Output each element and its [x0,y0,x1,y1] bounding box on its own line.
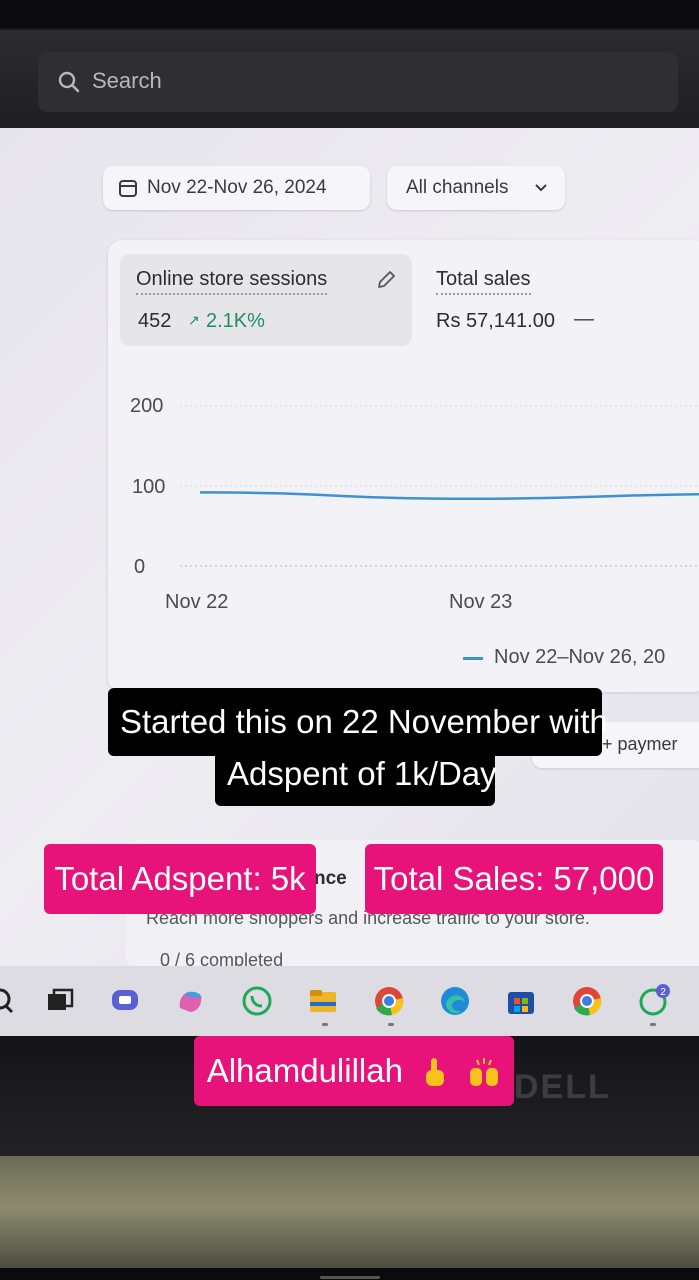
sessions-chart [180,405,699,567]
legend-swatch [463,657,483,660]
calendar-icon [119,180,137,197]
x-tick-nov22: Nov 22 [165,591,229,613]
store-icon[interactable] [504,984,538,1018]
search-icon [58,71,80,93]
whatsapp-badge-icon[interactable]: 2 [636,984,670,1018]
desk-surface [0,1156,699,1270]
y-tick-100: 100 [132,476,166,498]
adspent-caption: Total Adspent: 5k [44,844,316,914]
active-indicator [322,1023,328,1026]
caption-line-2: Adspent of 1k/Day [215,748,497,806]
edge-icon[interactable] [438,984,472,1018]
y-tick-200: 200 [130,395,164,417]
copilot-icon[interactable] [174,984,208,1018]
pointing-up-icon [426,1058,445,1087]
whatsapp-icon[interactable] [240,984,274,1018]
active-indicator [650,1023,656,1026]
sales-caption: Total Sales: 57,000 [365,844,663,914]
series-line [199,491,699,501]
search-icon[interactable] [0,984,20,1018]
dell-logo: DELL [514,1068,611,1106]
sales-title[interactable]: Total sales [436,268,531,295]
date-range-label: Nov 22-Nov 26, 2024 [147,177,327,198]
task-view-icon[interactable] [42,984,76,1018]
legend-label: Nov 22–Nov 26, 20 [494,646,666,668]
sessions-title: Online store sessions [136,268,328,295]
meet-icon[interactable] [108,984,142,1018]
y-tick-0: 0 [134,556,146,578]
sessions-value: 452 [138,310,172,332]
chrome-icon[interactable] [372,984,406,1018]
sales-change: — [574,308,594,330]
caption-line-1: Started this on 22 November with [108,688,608,756]
active-indicator [388,1023,394,1026]
chrome-profile-icon[interactable] [570,984,604,1018]
trend-up-icon: ↗ [188,312,200,328]
chevron-down-icon [535,184,547,192]
closing-caption-text: Alhamdulillah [206,1052,403,1089]
search-placeholder: Search [92,68,162,93]
badge-count: 2 [660,987,666,998]
sales-value: Rs 57,141.00 [436,310,555,332]
closing-caption: Alhamdulillah [194,1036,514,1106]
home-indicator[interactable] [320,1276,380,1279]
raised-hands-icon [470,1058,499,1087]
sessions-change: 2.1K% [206,310,265,332]
file-explorer-icon[interactable] [306,984,340,1018]
pencil-icon[interactable] [374,268,398,292]
setup-heading: nce [314,868,347,889]
channel-label: All channels [406,177,509,198]
x-tick-nov23: Nov 23 [449,591,513,613]
payments-pill-label: )+ paymer [596,734,678,754]
